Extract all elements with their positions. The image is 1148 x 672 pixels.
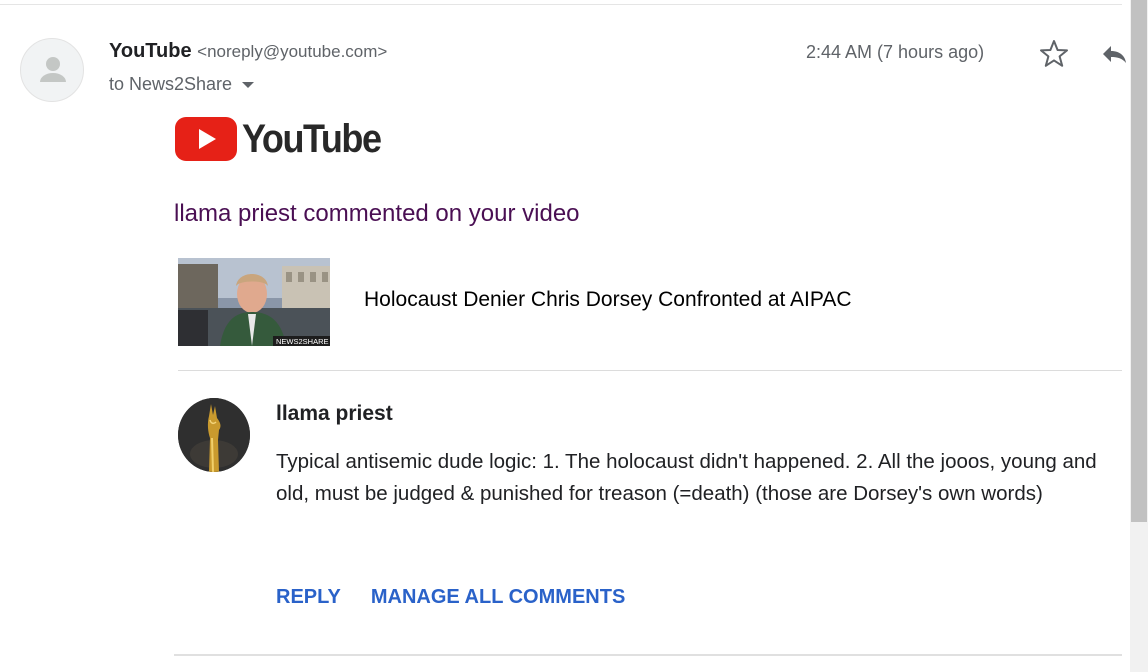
reply-link[interactable]: REPLY <box>276 586 341 609</box>
sender-avatar[interactable] <box>20 38 84 102</box>
video-thumbnail[interactable]: NEWS2SHARE <box>178 258 330 346</box>
youtube-logo[interactable]: YouTube <box>175 117 396 161</box>
commenter-avatar[interactable] <box>178 398 250 472</box>
recipient-label: to News2Share <box>109 74 233 94</box>
youtube-wordmark: YouTube <box>242 117 382 161</box>
footer-divider <box>174 654 1122 656</box>
sender-name: YouTube <box>109 40 192 62</box>
thread-top-divider <box>0 4 1122 5</box>
video-title[interactable]: Holocaust Denier Chris Dorsey Confronted… <box>364 288 852 312</box>
star-icon[interactable] <box>1038 38 1070 70</box>
comment-author[interactable]: llama priest <box>276 402 393 426</box>
youtube-play-icon <box>175 117 237 161</box>
message-timestamp: 2:44 AM (7 hours ago) <box>806 42 985 62</box>
section-divider <box>178 370 1122 371</box>
person-icon <box>40 57 66 82</box>
notification-headline[interactable]: llama priest commented on your video <box>174 200 580 228</box>
reply-arrow-icon[interactable] <box>1100 42 1126 66</box>
sender-email: <noreply@youtube.com> <box>197 42 388 61</box>
comment-actions: REPLY MANAGE ALL COMMENTS <box>276 586 625 609</box>
thumbnail-watermark: NEWS2SHARE <box>276 337 329 346</box>
manage-all-comments-link[interactable]: MANAGE ALL COMMENTS <box>371 586 625 609</box>
sender-line: YouTube <noreply@youtube.com> <box>109 40 387 63</box>
scrollbar-thumb[interactable] <box>1131 0 1147 522</box>
comment-text: Typical antisemic dude logic: 1. The hol… <box>276 450 1097 505</box>
recipient-line: to News2Share <box>109 74 255 95</box>
chevron-down-icon[interactable] <box>242 81 255 88</box>
